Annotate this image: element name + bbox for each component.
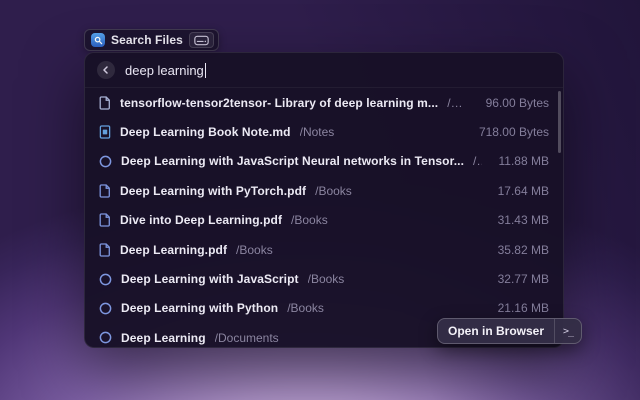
file-title: Deep Learning with JavaScript Neural net…: [121, 154, 464, 168]
file-size: 11.88 MB: [491, 154, 549, 168]
circle-file-icon: [99, 331, 112, 344]
file-result-row[interactable]: Dive into Deep Learning.pdf /Books 31.43…: [85, 206, 563, 235]
file-path: /Books: [287, 301, 324, 315]
terminal-prompt-key-icon: >_: [554, 319, 581, 343]
search-files-panel: deep learning tensorflow-tensor2tensor- …: [84, 52, 564, 348]
file-result-row[interactable]: Deep Learning.pdf /Books 35.82 MB: [85, 235, 563, 264]
search-query-text: deep learning: [125, 63, 204, 78]
file-result-row[interactable]: Deep Learning Book Note.md /Notes 718.00…: [85, 117, 563, 146]
chevron-left-icon[interactable]: [97, 61, 115, 79]
file-title: Deep Learning: [121, 331, 206, 345]
open-in-browser-button[interactable]: Open in Browser >_: [437, 318, 582, 344]
file-title: Deep Learning with Python: [121, 301, 278, 315]
search-files-extension-icon: [91, 33, 105, 47]
file-result-row[interactable]: Deep Learning with JavaScript /Books 32.…: [85, 264, 563, 293]
document-icon: [99, 96, 111, 110]
file-path: /Books: [236, 243, 273, 257]
file-size: 21.16 MB: [490, 301, 549, 315]
file-title: Deep Learning.pdf: [120, 243, 227, 257]
file-size: 96.00 Bytes: [478, 96, 549, 110]
search-input[interactable]: deep learning: [125, 63, 206, 78]
drive-icon: [189, 32, 214, 48]
circle-file-icon: [99, 155, 112, 168]
file-title: Deep Learning with PyTorch.pdf: [120, 184, 306, 198]
results-list: tensorflow-tensor2tensor- Library of dee…: [85, 88, 563, 348]
file-path: /Books: [291, 213, 328, 227]
file-size: 32.77 MB: [490, 272, 549, 286]
search-bar: deep learning: [85, 53, 563, 88]
file-title: Dive into Deep Learning.pdf: [120, 213, 282, 227]
open-in-browser-label: Open in Browser: [438, 324, 554, 338]
markdown-file-icon: [99, 125, 111, 139]
document-icon: [99, 243, 111, 257]
document-icon: [99, 184, 111, 198]
circle-file-icon: [99, 302, 112, 315]
file-result-row[interactable]: Deep Learning with PyTorch.pdf /Books 17…: [85, 176, 563, 205]
file-size: 35.82 MB: [490, 243, 549, 257]
file-path: /Notes: [300, 125, 335, 139]
file-path: /Books: [308, 272, 345, 286]
file-path: /Books/Deep Learning wi...: [473, 154, 482, 168]
chip-label: Search Files: [111, 33, 183, 47]
document-icon: [99, 213, 111, 227]
search-files-chip[interactable]: Search Files: [84, 29, 219, 51]
file-size: 31.43 MB: [490, 213, 549, 227]
file-result-row[interactable]: Deep Learning with JavaScript Neural net…: [85, 147, 563, 176]
circle-file-icon: [99, 273, 112, 286]
file-result-row[interactable]: tensorflow-tensor2tensor- Library of dee…: [85, 88, 563, 117]
file-size: 17.64 MB: [490, 184, 549, 198]
file-title: Deep Learning Book Note.md: [120, 125, 291, 139]
file-path: /Documents/Graduate S...: [447, 96, 468, 110]
file-title: tensorflow-tensor2tensor- Library of dee…: [120, 96, 438, 110]
file-path: /Books: [315, 184, 352, 198]
scrollbar-thumb[interactable]: [558, 91, 561, 153]
file-title: Deep Learning with JavaScript: [121, 272, 299, 286]
text-caret: [205, 63, 207, 78]
file-size: 718.00 Bytes: [471, 125, 549, 139]
file-path: /Documents: [215, 331, 279, 345]
